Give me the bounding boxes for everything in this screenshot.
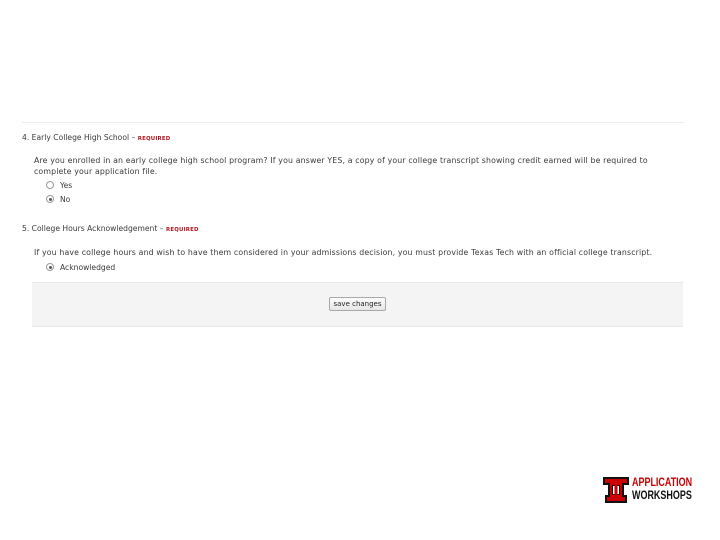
radio-option-yes[interactable]: Yes [46, 180, 72, 190]
question-5-title: College Hours Acknowledgement [31, 224, 158, 233]
question-4-text-line-1: Are you enrolled in an early college hig… [34, 156, 648, 165]
application-workshops-logo: APPLICATION WORKSHOPS [602, 476, 698, 506]
double-t-logo-icon [603, 477, 629, 503]
question-4-required-tag: REQUIRED [137, 136, 171, 142]
question-5-dash: – [159, 224, 164, 233]
form-actions-bar: save changes [32, 282, 683, 327]
question-4-title: Early College High School [31, 133, 130, 142]
logo-line-2: WORKSHOPS [632, 490, 692, 502]
radio-no-button[interactable] [46, 195, 54, 203]
radio-acknowledged-label: Acknowledged [60, 262, 116, 272]
question-4-dash: – [131, 133, 136, 142]
question-5-heading: 5. College Hours Acknowledgement – REQUI… [22, 224, 199, 233]
question-4-text-line-2: complete your application file. [34, 167, 158, 176]
question-4-text: Are you enrolled in an early college hig… [34, 155, 648, 177]
logo-line-1: APPLICATION [632, 477, 693, 489]
logo-wordmark: APPLICATION WORKSHOPS [632, 477, 692, 503]
radio-acknowledged-button[interactable] [46, 263, 54, 271]
question-5-required-tag: REQUIRED [165, 227, 199, 233]
radio-option-no[interactable]: No [46, 194, 70, 204]
question-5-number: 5. [22, 224, 30, 233]
question-4-number: 4. [22, 133, 30, 142]
radio-option-acknowledged[interactable]: Acknowledged [46, 262, 115, 272]
question-5-text: If you have college hours and wish to ha… [34, 248, 653, 257]
radio-no-label: No [60, 194, 71, 204]
radio-yes-label: Yes [60, 180, 73, 190]
save-changes-button[interactable]: save changes [329, 297, 386, 311]
radio-yes-button[interactable] [46, 181, 54, 189]
section-divider [22, 122, 684, 123]
question-4-heading: 4. Early College High School – REQUIRED [22, 133, 170, 142]
